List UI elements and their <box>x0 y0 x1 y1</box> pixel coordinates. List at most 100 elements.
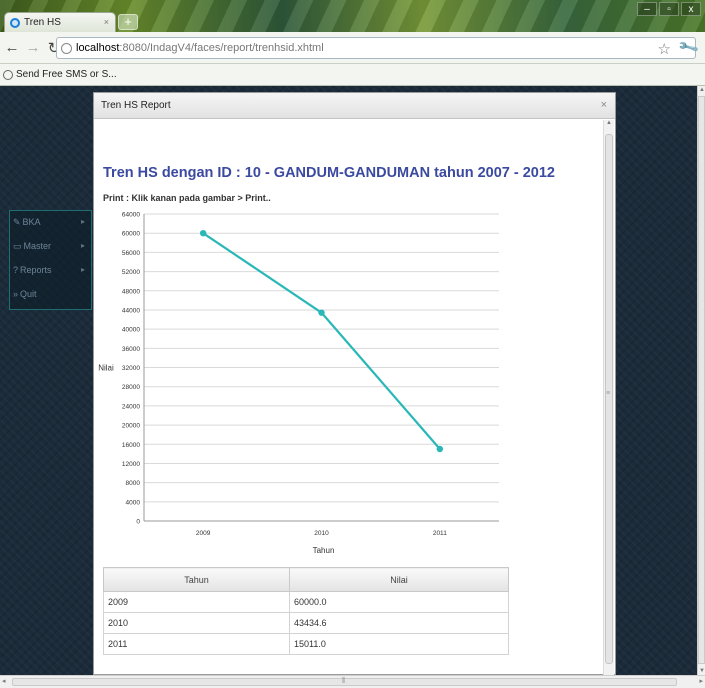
chrome-favicon-icon <box>10 17 20 28</box>
y-tick-label: 40000 <box>122 327 140 334</box>
table-header-row: Tahun Nilai <box>103 567 509 592</box>
menu-item-reports[interactable]: ? Reports ▸ <box>10 265 91 281</box>
close-window-button[interactable]: x <box>681 2 701 16</box>
bookmarks-bar: Send Free SMS or S... <box>0 64 705 86</box>
menu-item-master[interactable]: ▭ Master ▸ <box>10 241 91 257</box>
window-controls: – ▫ x <box>637 2 701 16</box>
x-tick-label: 2011 <box>433 530 447 537</box>
trend-line-chart[interactable]: 0 4000 8000 12000 16000 20000 24000 28000 32000 3… <box>94 210 604 570</box>
tab-title: Tren HS <box>24 17 61 28</box>
scroll-right-arrow-icon[interactable]: ▸ <box>699 677 703 685</box>
dialog-scroll-thumb[interactable] <box>605 134 613 664</box>
data-table: Tahun Nilai 2009 60000.0 2010 43434.6 20… <box>103 567 509 655</box>
report-title: Tren HS dengan ID : 10 - GANDUM-GANDUMAN… <box>103 165 555 181</box>
series-line <box>202 232 441 450</box>
maximize-button[interactable]: ▫ <box>659 2 679 16</box>
cell-nilai: 60000.0 <box>289 591 509 613</box>
column-header-nilai[interactable]: Nilai <box>289 567 509 592</box>
y-tick-label: 12000 <box>122 461 140 468</box>
tab-close-icon[interactable]: × <box>104 17 109 27</box>
y-tick-label: 60000 <box>122 231 140 238</box>
scroll-left-arrow-icon[interactable]: ◂ <box>2 677 6 685</box>
y-tick-label: 32000 <box>122 365 140 372</box>
bookmark-item[interactable]: Send Free SMS or S... <box>16 69 117 80</box>
scroll-grip-icon: ≡ <box>606 390 610 397</box>
menu-item-label: BKA <box>22 217 41 227</box>
y-tick-label: 16000 <box>122 442 140 449</box>
column-header-tahun[interactable]: Tahun <box>103 567 290 592</box>
bookmark-favicon-icon <box>3 69 13 80</box>
forward-arrow-icon[interactable]: → <box>24 39 42 56</box>
table-row[interactable]: 2009 60000.0 <box>103 591 509 613</box>
data-point <box>318 309 325 316</box>
wrench-icon[interactable]: 🔧 <box>676 36 700 59</box>
x-axis-ticks: 2009 2010 2011 <box>196 530 447 537</box>
y-tick-label: 64000 <box>122 212 140 219</box>
data-point <box>436 445 444 453</box>
chart-series <box>199 229 444 453</box>
back-arrow-icon[interactable]: ← <box>3 39 21 56</box>
scroll-up-arrow-icon[interactable]: ▲ <box>699 87 705 93</box>
x-tick-label: 2009 <box>196 530 211 537</box>
menu-item-quit[interactable]: » Quit <box>10 289 91 305</box>
address-bar[interactable]: localhost :8080/IndagV4/faces/report/tre… <box>56 36 700 59</box>
cell-tahun: 2009 <box>103 591 290 613</box>
y-tick-label: 44000 <box>122 307 140 314</box>
pencil-icon: ✎ <box>13 217 21 227</box>
y-axis-ticks: 0 4000 8000 12000 16000 20000 24000 28000 32000 3… <box>122 212 140 526</box>
y-tick-label: 4000 <box>126 499 141 506</box>
y-tick-label: 48000 <box>122 288 140 295</box>
bookmark-star-icon[interactable]: ☆ <box>658 40 671 58</box>
dialog-scrollbar[interactable]: ▲ ≡ <box>603 120 614 675</box>
menu-item-label: Master <box>23 241 52 251</box>
exit-icon: » <box>13 289 19 299</box>
table-row[interactable]: 2011 15011.0 <box>103 633 509 655</box>
table-row[interactable]: 2010 43434.6 <box>103 612 509 634</box>
x-axis-label: Tahun <box>313 546 335 555</box>
scroll-down-arrow-icon[interactable]: ▼ <box>699 668 705 674</box>
minimize-button[interactable]: – <box>637 2 657 16</box>
y-tick-label: 0 <box>136 519 140 526</box>
y-tick-label: 20000 <box>122 423 140 430</box>
report-icon: ? <box>13 265 19 275</box>
page-background: ✎ BKA ▸ ▭ Master ▸ ? Reports ▸ » Quit Tren H… <box>0 86 697 675</box>
dialog-title: Tren HS Report <box>101 100 171 111</box>
side-menu: ✎ BKA ▸ ▭ Master ▸ ? Reports ▸ » Quit <box>9 210 92 310</box>
submenu-arrow-icon: ▸ <box>80 241 85 250</box>
new-tab-button[interactable]: + <box>118 14 138 30</box>
scroll-up-arrow-icon[interactable]: ▲ <box>606 120 612 126</box>
page-info-icon[interactable] <box>61 42 72 54</box>
window-titlebar: Tren HS × + – ▫ x <box>0 0 705 32</box>
y-tick-label: 8000 <box>126 480 141 487</box>
y-axis-label: Nilai <box>98 364 114 373</box>
y-tick-label: 56000 <box>122 250 140 257</box>
x-tick-label: 2010 <box>314 530 329 537</box>
cell-nilai: 43434.6 <box>289 612 509 634</box>
page-horizontal-scrollbar[interactable]: ◂ ⦀ ▸ <box>0 675 705 688</box>
menu-item-label: Reports <box>20 265 52 275</box>
dialog-close-icon[interactable]: × <box>601 99 607 111</box>
url-path: :8080/IndagV4/faces/report/trenhsid.xhtm… <box>119 42 324 54</box>
cell-nilai: 15011.0 <box>289 633 509 655</box>
print-hint: Print : Klik kanan pada gambar > Print.. <box>103 193 271 203</box>
y-tick-label: 24000 <box>122 403 140 410</box>
scroll-grip-icon: ⦀ <box>342 676 346 685</box>
chart-grid <box>144 213 499 522</box>
menu-item-label: Quit <box>20 289 37 299</box>
url-host: localhost <box>76 42 120 54</box>
browser-toolbar: ← → ↻ localhost :8080/IndagV4/faces/repo… <box>0 32 705 64</box>
y-tick-label: 28000 <box>122 384 140 391</box>
y-tick-label: 36000 <box>122 346 140 353</box>
submenu-arrow-icon: ▸ <box>80 217 85 226</box>
page-vertical-scrollbar[interactable]: ▲ ▼ <box>697 86 705 675</box>
y-tick-label: 52000 <box>122 269 140 276</box>
submenu-arrow-icon: ▸ <box>80 265 85 274</box>
dialog-header[interactable]: Tren HS Report × <box>94 93 615 119</box>
cell-tahun: 2011 <box>103 633 290 655</box>
data-point <box>199 229 207 237</box>
menu-item-bka[interactable]: ✎ BKA ▸ <box>10 217 91 233</box>
dialog-body: Tren HS dengan ID : 10 - GANDUM-GANDUMAN… <box>94 120 604 675</box>
report-dialog: Tren HS Report × Tren HS dengan ID : 10 … <box>93 92 616 675</box>
page-vscroll-thumb[interactable] <box>698 96 705 664</box>
browser-tab[interactable]: Tren HS × <box>4 12 116 32</box>
